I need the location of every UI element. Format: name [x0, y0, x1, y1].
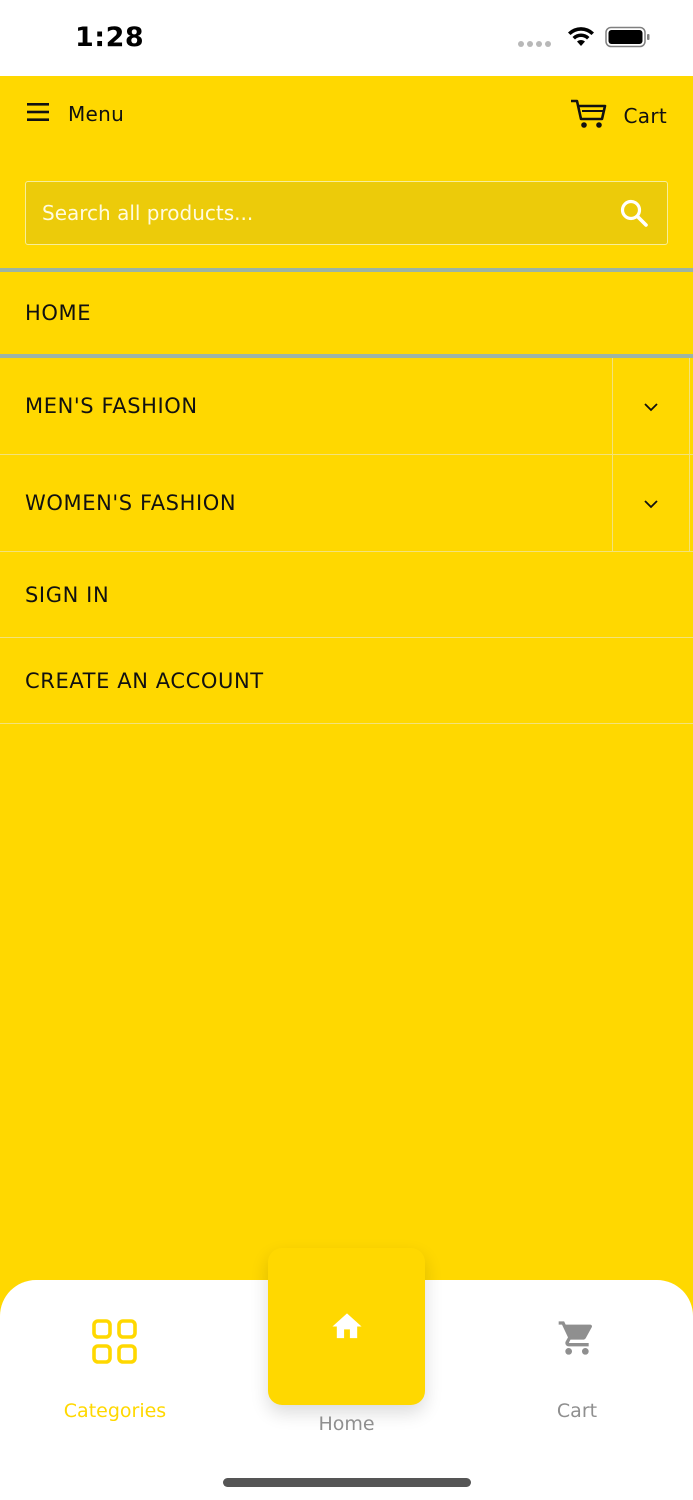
cart-icon: [570, 98, 608, 134]
home-icon: [329, 1309, 365, 1345]
nav-item-label: CREATE AN ACCOUNT: [25, 668, 264, 693]
expand-womens-fashion-button[interactable]: [612, 455, 690, 551]
nav-item-label: WOMEN'S FASHION: [25, 491, 237, 515]
expand-mens-fashion-button[interactable]: [612, 358, 690, 454]
tab-home[interactable]: [268, 1248, 425, 1405]
wifi-icon: [567, 26, 595, 52]
nav-item-label: HOME: [25, 301, 92, 325]
nav-item-mens-fashion[interactable]: MEN'S FASHION: [0, 358, 693, 455]
status-bar: 1:28: [0, 0, 693, 76]
search-icon[interactable]: [619, 198, 649, 232]
nav-item-womens-fashion[interactable]: WOMEN'S FASHION: [0, 455, 693, 552]
status-indicators: [518, 26, 651, 52]
nav-item-sign-in[interactable]: SIGN IN: [0, 552, 693, 638]
menu-button[interactable]: Menu: [26, 102, 124, 126]
home-indicator: [223, 1478, 471, 1487]
nav-item-label: SIGN IN: [25, 582, 110, 607]
search-bar: [25, 181, 668, 245]
header-cart-button[interactable]: Cart: [570, 98, 668, 134]
header-cart-label: Cart: [623, 104, 667, 128]
grid-icon: [15, 1318, 215, 1368]
tab-categories[interactable]: Categories: [15, 1280, 215, 1422]
nav-menu: HOME MEN'S FASHION WOMEN'S FASHION SIGN …: [0, 268, 693, 724]
tab-cart[interactable]: Cart: [477, 1280, 677, 1422]
tab-cart-label: Cart: [556, 1400, 598, 1422]
shopping-cart-icon: [477, 1318, 677, 1368]
status-time: 1:28: [75, 22, 145, 53]
chevron-down-icon: [643, 494, 659, 513]
search-input[interactable]: [42, 182, 602, 243]
battery-icon: [605, 26, 651, 52]
nav-item-create-account[interactable]: CREATE AN ACCOUNT: [0, 638, 693, 724]
nav-item-label: MEN'S FASHION: [25, 394, 198, 418]
tab-categories-label: Categories: [63, 1400, 167, 1422]
chevron-down-icon: [643, 397, 659, 416]
signal-icon: [518, 41, 551, 47]
menu-label: Menu: [68, 102, 125, 126]
app-header: Menu Cart: [0, 76, 693, 156]
menu-icon: [26, 102, 52, 126]
tab-home-label: Home: [318, 1413, 375, 1435]
nav-item-home[interactable]: HOME: [0, 268, 693, 358]
